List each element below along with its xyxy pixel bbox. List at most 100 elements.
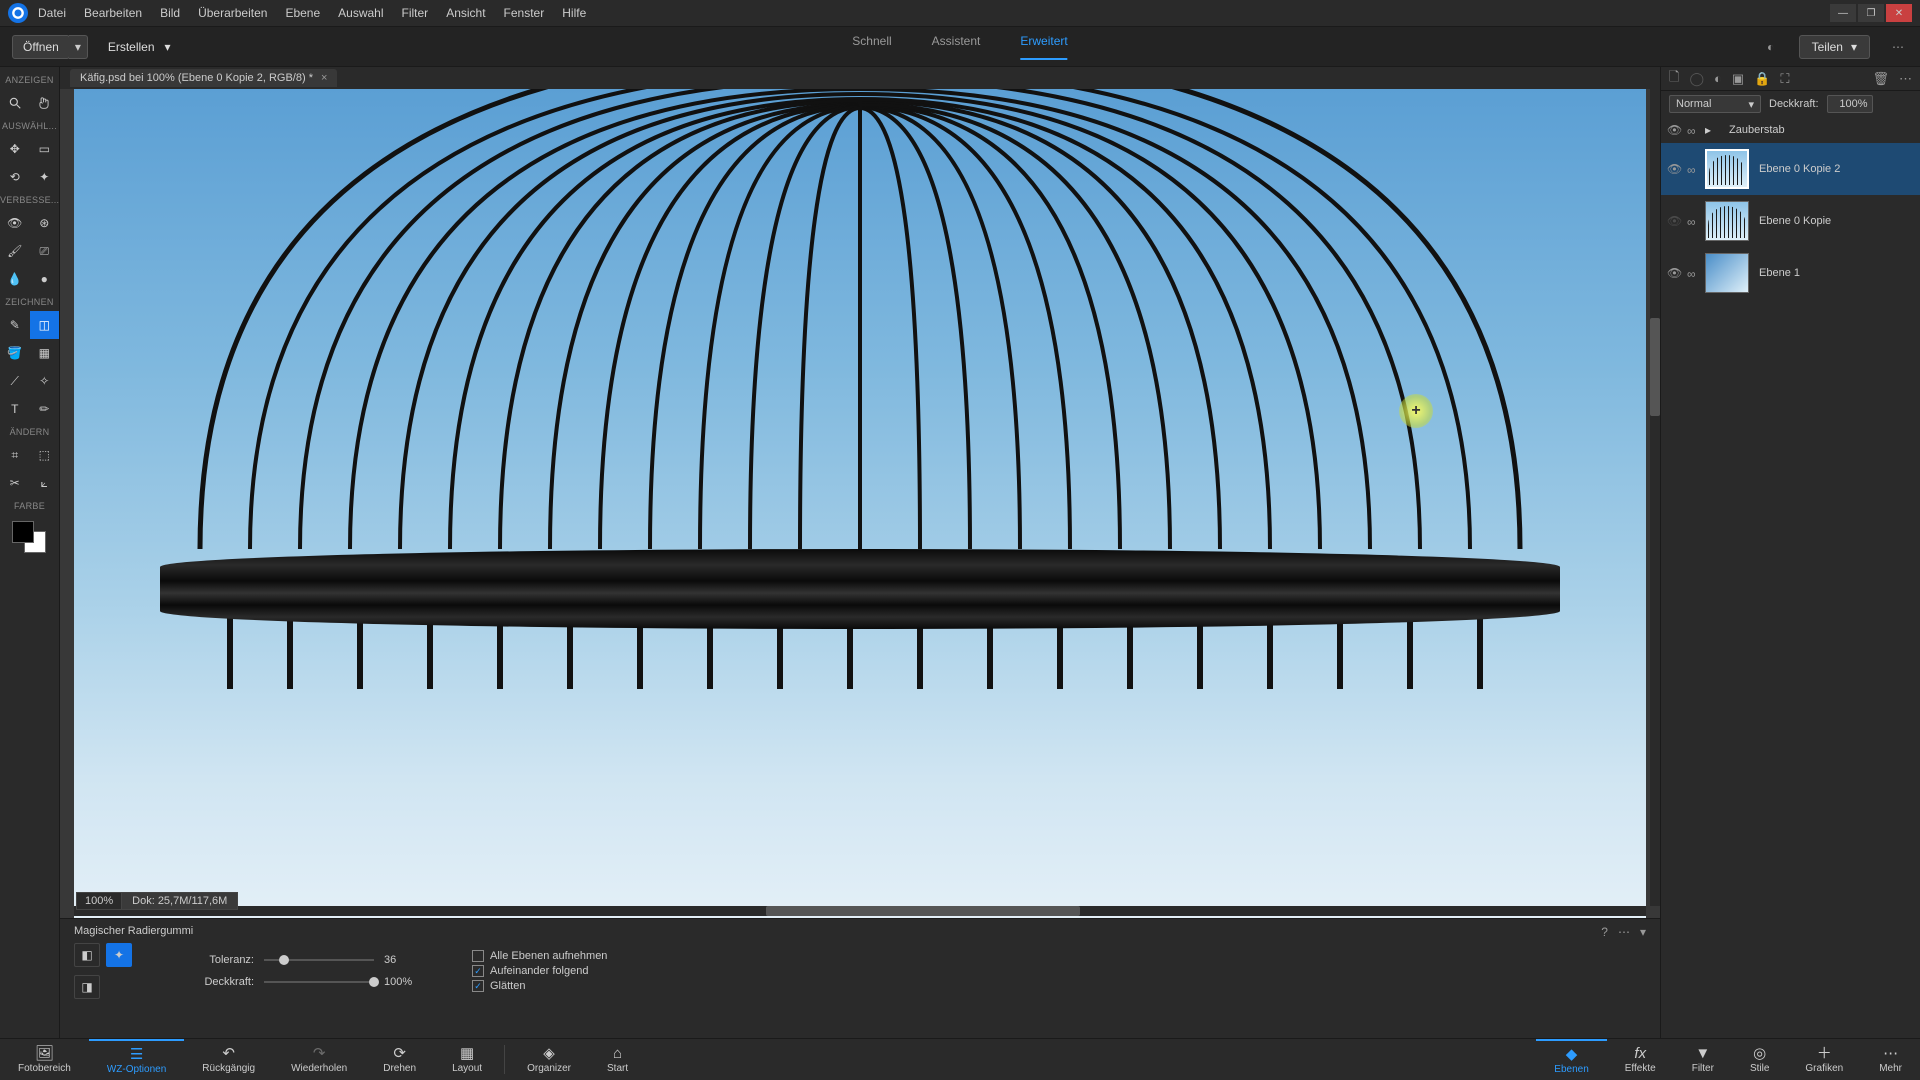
- eraser-tool[interactable]: ◫: [30, 311, 60, 339]
- menu-ansicht[interactable]: Ansicht: [446, 6, 485, 20]
- sponge-tool[interactable]: ●: [30, 265, 60, 293]
- eyedropper-tool[interactable]: ⟋: [0, 367, 30, 395]
- open-button[interactable]: Öffnen: [12, 35, 70, 59]
- tab-assistent[interactable]: Assistent: [932, 34, 981, 60]
- smart-brush-tool[interactable]: 🖌: [0, 237, 30, 265]
- delete-layer-icon[interactable]: 🗑: [1872, 71, 1889, 87]
- checkbox-glaetten[interactable]: ✓Glätten: [472, 980, 607, 992]
- opacity-value[interactable]: 100%: [384, 976, 422, 988]
- overflow-menu-icon[interactable]: ⋯: [1888, 37, 1908, 57]
- eraser-variant-magic[interactable]: ✦: [106, 943, 132, 967]
- lasso-tool[interactable]: ⟲: [0, 163, 30, 191]
- panel-collapse-icon[interactable]: ▾: [1640, 925, 1646, 939]
- vertical-scrollbar-thumb[interactable]: [1650, 318, 1660, 416]
- bb-fotobereich[interactable]: 🖼Fotobereich: [0, 1039, 89, 1080]
- bb-start[interactable]: ⌂Start: [589, 1039, 646, 1080]
- bb-organizer[interactable]: ◈Organizer: [509, 1039, 589, 1080]
- horizontal-scrollbar-thumb[interactable]: [766, 906, 1080, 916]
- menu-fenster[interactable]: Fenster: [504, 6, 545, 20]
- visibility-toggle-icon[interactable]: 👁: [1667, 266, 1681, 280]
- adjustment-layer-icon[interactable]: ◐: [1714, 71, 1722, 86]
- move-tool[interactable]: ✥: [0, 135, 30, 163]
- bb-layout[interactable]: ▦Layout: [434, 1039, 500, 1080]
- bb-grafiken[interactable]: ＋Grafiken: [1787, 1039, 1861, 1080]
- clone-stamp-tool[interactable]: ⎚: [30, 237, 60, 265]
- layer-name-label[interactable]: Ebene 0 Kopie: [1755, 215, 1914, 227]
- bb-effekte[interactable]: fxEffekte: [1607, 1039, 1674, 1080]
- bb-rueckgaengig[interactable]: ↶Rückgängig: [184, 1039, 273, 1080]
- straighten-tool[interactable]: ⟀: [30, 469, 60, 497]
- create-button[interactable]: Erstellen ▾: [108, 40, 171, 54]
- help-icon[interactable]: ?: [1601, 925, 1608, 939]
- zoom-tool[interactable]: [0, 89, 30, 117]
- link-small-icon[interactable]: ∞: [1687, 163, 1699, 175]
- type-tool[interactable]: T: [0, 395, 30, 423]
- theme-toggle-icon[interactable]: ◐: [1761, 37, 1781, 57]
- vertical-scrollbar[interactable]: [1650, 89, 1660, 906]
- canvas[interactable]: [74, 89, 1646, 1008]
- layer-name-label[interactable]: Ebene 0 Kopie 2: [1755, 163, 1914, 175]
- visibility-toggle-icon[interactable]: 👁: [1667, 162, 1681, 176]
- window-minimize-button[interactable]: —: [1830, 4, 1856, 22]
- blend-mode-select[interactable]: Normal ▾: [1669, 95, 1761, 113]
- bb-wz-optionen[interactable]: ☰WZ-Optionen: [89, 1039, 184, 1080]
- bb-wiederholen[interactable]: ↷Wiederholen: [273, 1039, 365, 1080]
- panel-menu-icon[interactable]: ⋯: [1618, 925, 1630, 939]
- hand-tool[interactable]: [30, 89, 60, 117]
- layer-thumbnail[interactable]: [1705, 149, 1749, 189]
- window-close-button[interactable]: ✕: [1886, 4, 1912, 22]
- visibility-toggle-icon[interactable]: 👁: [1667, 123, 1681, 137]
- lock-icon[interactable]: 🔒: [1754, 71, 1770, 87]
- layer-row-0[interactable]: 👁 ∞ Ebene 0 Kopie 2: [1661, 143, 1920, 195]
- spot-heal-tool[interactable]: ⊛: [30, 209, 60, 237]
- brush-tool[interactable]: ✎: [0, 311, 30, 339]
- crop-tool[interactable]: ⌗: [0, 441, 30, 469]
- checkbox-alle-ebenen[interactable]: Alle Ebenen aufnehmen: [472, 950, 607, 962]
- eraser-variant-standard[interactable]: ◧: [74, 943, 100, 967]
- tolerance-slider[interactable]: [264, 959, 374, 961]
- menu-auswahl[interactable]: Auswahl: [338, 6, 383, 20]
- bb-mehr[interactable]: ⋯Mehr: [1861, 1039, 1920, 1080]
- menu-ueberarbeiten[interactable]: Überarbeiten: [198, 6, 267, 20]
- share-button[interactable]: Teilen ▾: [1799, 35, 1870, 59]
- layer-thumbnail[interactable]: [1705, 253, 1749, 293]
- content-aware-move-tool[interactable]: ✂: [0, 469, 30, 497]
- menu-filter[interactable]: Filter: [402, 6, 429, 20]
- visibility-toggle-icon[interactable]: 👁: [1667, 214, 1681, 228]
- menu-ebene[interactable]: Ebene: [285, 6, 320, 20]
- redeye-tool[interactable]: 👁: [0, 209, 30, 237]
- window-restore-button[interactable]: ❐: [1858, 4, 1884, 22]
- bb-ebenen[interactable]: ◆Ebenen: [1536, 1039, 1606, 1080]
- layer-thumbnail[interactable]: [1705, 201, 1749, 241]
- link-small-icon[interactable]: ∞: [1687, 124, 1699, 136]
- horizontal-scrollbar[interactable]: [74, 906, 1646, 916]
- mask-icon[interactable]: ▣: [1732, 71, 1744, 87]
- new-layer-icon[interactable]: 🗋: [1669, 68, 1679, 90]
- link-small-icon[interactable]: ∞: [1687, 215, 1699, 227]
- pencil-tool[interactable]: ✏: [30, 395, 60, 423]
- expand-arrow-icon[interactable]: ▸: [1705, 123, 1719, 137]
- eraser-variant-background[interactable]: ◨: [74, 975, 100, 999]
- paint-bucket-tool[interactable]: 🪣: [0, 339, 30, 367]
- gradient-tool[interactable]: ▦: [30, 339, 60, 367]
- layer-name-label[interactable]: Ebene 1: [1755, 267, 1914, 279]
- shape-tool[interactable]: ✧: [30, 367, 60, 395]
- zoom-readout[interactable]: 100%: [76, 892, 122, 910]
- link-small-icon[interactable]: ∞: [1687, 267, 1699, 279]
- layer-row-2[interactable]: 👁 ∞ Ebene 1: [1661, 247, 1920, 299]
- tab-schnell[interactable]: Schnell: [852, 34, 891, 60]
- checkbox-aufeinander[interactable]: ✓Aufeinander folgend: [472, 965, 607, 977]
- recompose-tool[interactable]: ⬚: [30, 441, 60, 469]
- bb-stile[interactable]: ◎Stile: [1732, 1039, 1787, 1080]
- tolerance-value[interactable]: 36: [384, 954, 422, 966]
- layer-row-1[interactable]: 👁 ∞ Ebene 0 Kopie: [1661, 195, 1920, 247]
- bb-filter[interactable]: ▼Filter: [1674, 1039, 1732, 1080]
- magic-wand-tool[interactable]: ✦: [30, 163, 60, 191]
- menu-hilfe[interactable]: Hilfe: [562, 6, 586, 20]
- new-group-icon[interactable]: ◯: [1689, 71, 1704, 87]
- opacity-slider[interactable]: [264, 981, 374, 983]
- document-tab-close-icon[interactable]: ×: [321, 72, 327, 84]
- link-icon[interactable]: ⛶: [1780, 71, 1789, 87]
- adjustment-row[interactable]: 👁 ∞ ▸ Zauberstab: [1661, 117, 1920, 143]
- menu-datei[interactable]: Datei: [38, 6, 66, 20]
